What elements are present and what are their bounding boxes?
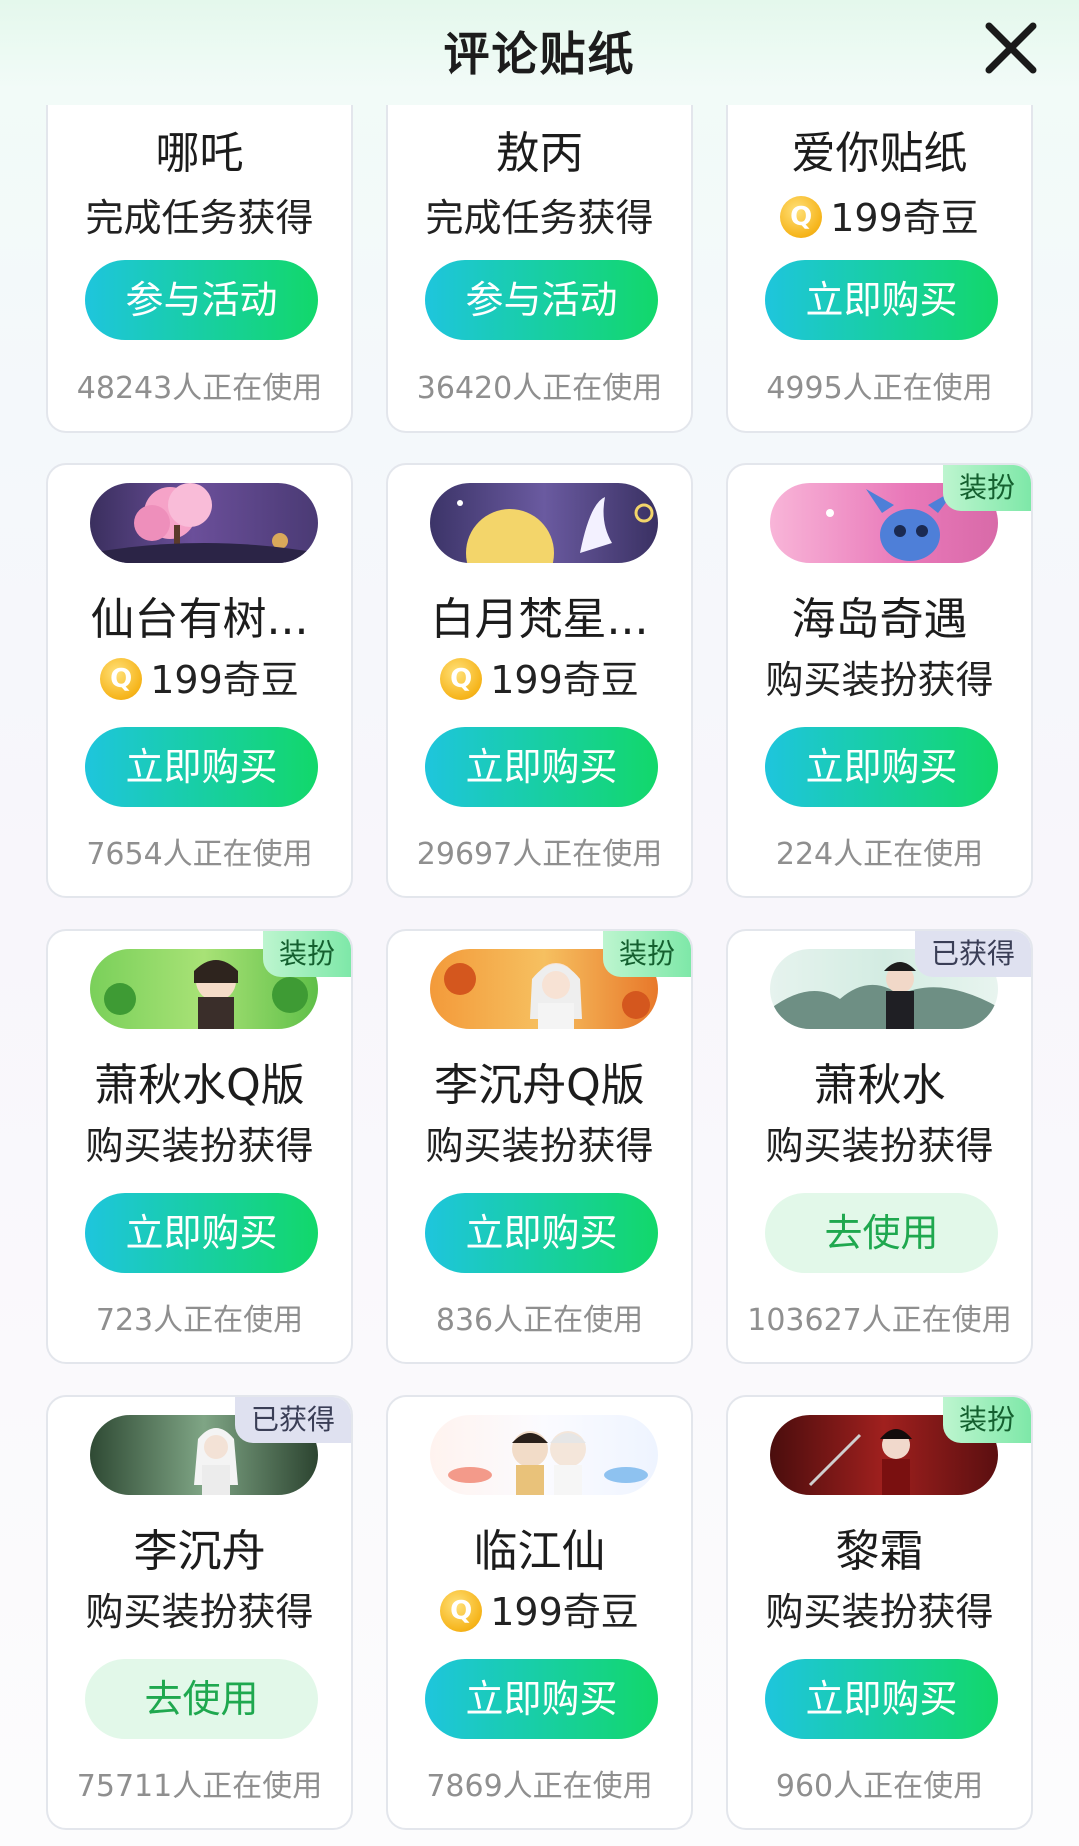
usage-count: 36420人正在使用 <box>416 371 663 406</box>
outfit-badge: 装扮 <box>602 931 691 977</box>
sticker-name: 临江仙 <box>473 1526 606 1577</box>
sticker-card[interactable]: 已获得 李沉舟 购买装扮获得 去使用 75711人正在使用 <box>46 1395 353 1830</box>
sticker-source: 购买装扮获得 <box>425 1124 654 1168</box>
sticker-name: 李沉舟 <box>133 1526 266 1577</box>
buy-now-button[interactable]: 立即购买 <box>85 727 318 807</box>
sticker-name: 仙台有树... <box>90 594 309 645</box>
qidou-coin-icon: Q <box>440 1589 483 1632</box>
sticker-source: 购买装扮获得 <box>765 658 994 702</box>
sticker-thumbnail-lin-jiangxian <box>430 1415 658 1495</box>
sticker-source: 购买装扮获得 <box>765 1590 994 1634</box>
sticker-name: 萧秋水 <box>813 1060 946 1111</box>
sticker-card[interactable]: 白月梵星... Q 199奇豆 立即购买 29697人正在使用 <box>386 463 693 898</box>
sticker-card[interactable]: 爱你贴纸 Q 199奇豆 立即购买 4995人正在使用 <box>726 105 1033 433</box>
use-button[interactable]: 去使用 <box>765 1193 998 1273</box>
usage-count: 103627人正在使用 <box>747 1303 1012 1338</box>
owned-badge: 已获得 <box>234 1397 351 1443</box>
usage-count: 723人正在使用 <box>95 1303 304 1338</box>
sticker-name: 敖丙 <box>495 128 584 179</box>
usage-count: 29697人正在使用 <box>416 837 663 872</box>
sticker-thumbnail-blossom-tree <box>90 483 318 563</box>
sticker-card[interactable]: 装扮 萧秋水Q版 购买装扮获得 立即购买 723人正在使用 <box>46 929 353 1364</box>
usage-count: 48243人正在使用 <box>76 371 323 406</box>
close-icon[interactable] <box>981 18 1041 78</box>
owned-badge: 已获得 <box>914 931 1031 977</box>
qidou-coin-icon: Q <box>780 195 823 238</box>
use-button[interactable]: 去使用 <box>85 1659 318 1739</box>
buy-now-button[interactable]: 立即购买 <box>85 1193 318 1273</box>
sticker-card[interactable]: 仙台有树... Q 199奇豆 立即购买 7654人正在使用 <box>46 463 353 898</box>
buy-now-button[interactable]: 立即购买 <box>765 1659 998 1739</box>
usage-count: 960人正在使用 <box>775 1769 984 1804</box>
usage-count: 836人正在使用 <box>435 1303 644 1338</box>
sticker-card[interactable]: 装扮 李沉舟Q版 购买装扮获得 立即购买 836人正在使用 <box>386 929 693 1364</box>
qidou-coin-icon: Q <box>100 657 143 700</box>
header: 评论贴纸 <box>0 0 1079 100</box>
join-activity-button[interactable]: 参与活动 <box>85 260 318 340</box>
sticker-source: 购买装扮获得 <box>85 1590 314 1634</box>
sticker-card[interactable]: 已获得 萧秋水 购买装扮获得 去使用 103627人正在使用 <box>726 929 1033 1364</box>
sticker-source: 完成任务获得 <box>85 196 314 240</box>
usage-count: 4995人正在使用 <box>766 371 993 406</box>
sticker-card[interactable]: 哪吒 完成任务获得 参与活动 48243人正在使用 <box>46 105 353 433</box>
buy-now-button[interactable]: 立即购买 <box>425 727 658 807</box>
buy-now-button[interactable]: 立即购买 <box>765 260 998 340</box>
buy-now-button[interactable]: 立即购买 <box>425 1193 658 1273</box>
usage-count: 7869人正在使用 <box>426 1769 653 1804</box>
sticker-name: 李沉舟Q版 <box>434 1060 645 1111</box>
sticker-source: 购买装扮获得 <box>765 1124 994 1168</box>
sticker-source: 完成任务获得 <box>425 196 654 240</box>
sticker-source: 购买装扮获得 <box>85 1124 314 1168</box>
page-title: 评论贴纸 <box>443 27 636 81</box>
outfit-badge: 装扮 <box>262 931 351 977</box>
sticker-thumbnail-white-moon <box>430 483 658 563</box>
sticker-card[interactable]: 装扮 黎霜 购买装扮获得 立即购买 960人正在使用 <box>726 1395 1033 1830</box>
sticker-name: 萧秋水Q版 <box>94 1060 305 1111</box>
outfit-badge: 装扮 <box>942 465 1031 511</box>
sticker-card[interactable]: 装扮 海岛奇遇 购买装扮获得 立即购买 224人正在使用 <box>726 463 1033 898</box>
sticker-card[interactable]: 临江仙 Q 199奇豆 立即购买 7869人正在使用 <box>386 1395 693 1830</box>
join-activity-button[interactable]: 参与活动 <box>425 260 658 340</box>
sticker-price: Q 199奇豆 <box>48 649 351 704</box>
sticker-name: 黎霜 <box>835 1526 924 1577</box>
sticker-name: 爱你贴纸 <box>791 128 968 179</box>
buy-now-button[interactable]: 立即购买 <box>765 727 998 807</box>
sticker-name: 白月梵星... <box>430 594 649 645</box>
qidou-coin-icon: Q <box>440 657 483 700</box>
usage-count: 75711人正在使用 <box>76 1769 323 1804</box>
sticker-name: 海岛奇遇 <box>791 594 968 645</box>
sticker-card[interactable]: 敖丙 完成任务获得 参与活动 36420人正在使用 <box>386 105 693 433</box>
sticker-price: Q 199奇豆 <box>728 187 1031 242</box>
sticker-price: Q 199奇豆 <box>388 649 691 704</box>
usage-count: 7654人正在使用 <box>86 837 313 872</box>
sticker-price: Q 199奇豆 <box>388 1581 691 1636</box>
outfit-badge: 装扮 <box>942 1397 1031 1443</box>
sticker-name: 哪吒 <box>155 128 244 179</box>
usage-count: 224人正在使用 <box>775 837 984 872</box>
buy-now-button[interactable]: 立即购买 <box>425 1659 658 1739</box>
